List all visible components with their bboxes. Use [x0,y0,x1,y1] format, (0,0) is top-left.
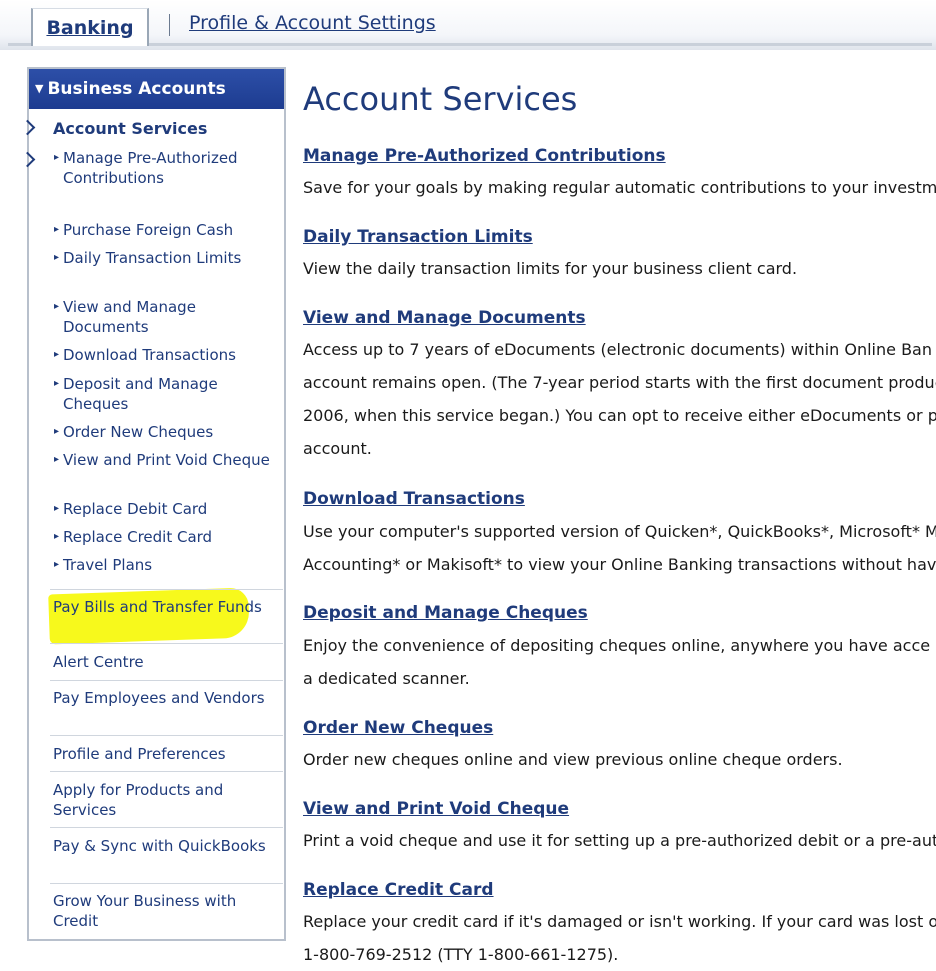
sidebar-header-business-accounts[interactable]: ▼ Business Accounts [29,69,284,109]
bullet-arrow-icon: ▸ [54,349,60,360]
sidebar-divider [50,771,283,772]
sidebar-item-order-cheques[interactable]: ▸ Order New Cheques [54,422,283,442]
service-description: account remains open. (The 7-year period… [303,373,936,392]
sidebar-item-label[interactable]: Manage Pre-Authorized Contributions [63,149,238,187]
service-description: Use your computer's supported version of… [303,522,936,541]
sidebar-item-label[interactable]: Download Transactions [63,346,236,364]
bullet-arrow-icon: ▸ [54,531,60,542]
tab-banking-label[interactable]: Banking [46,17,133,39]
chevron-right-icon [19,151,36,168]
service-description: Replace your credit card if it's damaged… [303,912,936,931]
bullet-arrow-icon: ▸ [54,224,60,235]
sidebar-item-documents[interactable]: ▸ View and Manage Documents [54,297,283,337]
service-description: Print a void cheque and use it for setti… [303,831,936,850]
sidebar-item-pay-bills[interactable]: Pay Bills and Transfer Funds [53,597,281,617]
sidebar-item-label[interactable]: View and Print Void Cheque [63,451,270,469]
sidebar-item-apply-products[interactable]: Apply for Products and Services [53,780,281,820]
page-title: Account Services [303,80,578,118]
sidebar-item-foreign-cash[interactable]: ▸ Purchase Foreign Cash [54,220,283,240]
service-link-documents[interactable]: View and Manage Documents [303,308,586,328]
sidebar-divider [50,680,283,681]
service-link-daily-limits[interactable]: Daily Transaction Limits [303,227,533,247]
sidebar-item-replace-debit[interactable]: ▸ Replace Debit Card [54,499,283,519]
bullet-arrow-icon: ▸ [54,559,60,570]
sidebar-item-manage-pac[interactable]: ▸ Manage Pre-Authorized Contributions [54,148,283,188]
sidebar-divider [50,827,283,828]
sidebar-divider [50,735,283,736]
sidebar-item-label[interactable]: Travel Plans [63,556,152,574]
sidebar-item-daily-limits[interactable]: ▸ Daily Transaction Limits [54,248,283,268]
sidebar-header-label: Business Accounts [47,79,226,99]
sidebar-item-replace-credit[interactable]: ▸ Replace Credit Card [54,527,283,547]
service-link-download-transactions[interactable]: Download Transactions [303,489,525,509]
sidebar-item-label[interactable]: Replace Debit Card [63,500,207,518]
sidebar-item-alert-centre[interactable]: Alert Centre [53,652,281,672]
bullet-arrow-icon: ▸ [54,301,60,312]
service-description: 1-800-769-2512 (TTY 1-800-661-1275). [303,945,619,964]
bullet-arrow-icon: ▸ [54,454,60,465]
bullet-arrow-icon: ▸ [54,426,60,437]
tab-profile-settings[interactable]: Profile & Account Settings [189,12,436,34]
sidebar-item-download-transactions[interactable]: ▸ Download Transactions [54,345,283,365]
bullet-arrow-icon: ▸ [54,378,60,389]
service-link-manage-pac[interactable]: Manage Pre-Authorized Contributions [303,146,666,166]
sidebar-item-label[interactable]: Daily Transaction Limits [63,249,241,267]
sidebar-item-label[interactable]: Purchase Foreign Cash [63,221,233,239]
sidebar-item-label[interactable]: Order New Cheques [63,423,213,441]
sidebar-item-label[interactable]: Replace Credit Card [63,528,212,546]
sidebar-item-profile-preferences[interactable]: Profile and Preferences [53,744,281,764]
service-description: Order new cheques online and view previo… [303,750,843,769]
service-description: account. [303,439,372,458]
bullet-arrow-icon: ▸ [54,152,60,163]
service-description: 2006, when this service began.) You can … [303,406,936,425]
tab-separator [169,14,170,36]
sidebar-item-grow-business[interactable]: Grow Your Business with Credit [53,891,281,931]
sidebar-item-label[interactable]: Deposit and Manage Cheques [63,375,218,413]
chevron-right-icon [19,119,36,136]
tab-banking[interactable]: Banking [31,8,149,46]
bullet-arrow-icon: ▸ [54,252,60,263]
service-link-deposit-cheques[interactable]: Deposit and Manage Cheques [303,603,588,623]
sidebar-divider [50,589,283,590]
sidebar-divider [50,643,283,644]
caret-down-icon: ▼ [35,82,44,95]
service-description: Access up to 7 years of eDocuments (elec… [303,340,932,359]
sidebar-item-travel-plans[interactable]: ▸ Travel Plans [54,555,283,575]
sidebar-section-account-services[interactable]: Account Services [53,119,207,138]
sidebar-item-void-cheque[interactable]: ▸ View and Print Void Cheque [54,450,283,470]
service-description: Enjoy the convenience of depositing cheq… [303,636,931,655]
sidebar-divider [50,883,283,884]
service-link-replace-credit[interactable]: Replace Credit Card [303,880,494,900]
service-description: View the daily transaction limits for yo… [303,259,798,278]
sidebar-item-quickbooks[interactable]: Pay & Sync with QuickBooks [53,836,281,856]
bullet-arrow-icon: ▸ [54,503,60,514]
sidebar-item-deposit-cheques[interactable]: ▸ Deposit and Manage Cheques [54,374,283,414]
top-tab-bar: Banking Profile & Account Settings [0,0,936,50]
sidebar-item-pay-employees[interactable]: Pay Employees and Vendors [53,688,281,708]
sidebar: ▼ Business Accounts Account Services ▸ Ma… [19,67,286,941]
service-description: Save for your goals by making regular au… [303,178,936,197]
sidebar-item-label[interactable]: View and Manage Documents [63,298,196,336]
service-link-void-cheque[interactable]: View and Print Void Cheque [303,799,569,819]
service-description: Accounting* or Makisoft* to view your On… [303,555,936,574]
service-description: a dedicated scanner. [303,669,470,688]
service-link-order-cheques[interactable]: Order New Cheques [303,718,493,738]
